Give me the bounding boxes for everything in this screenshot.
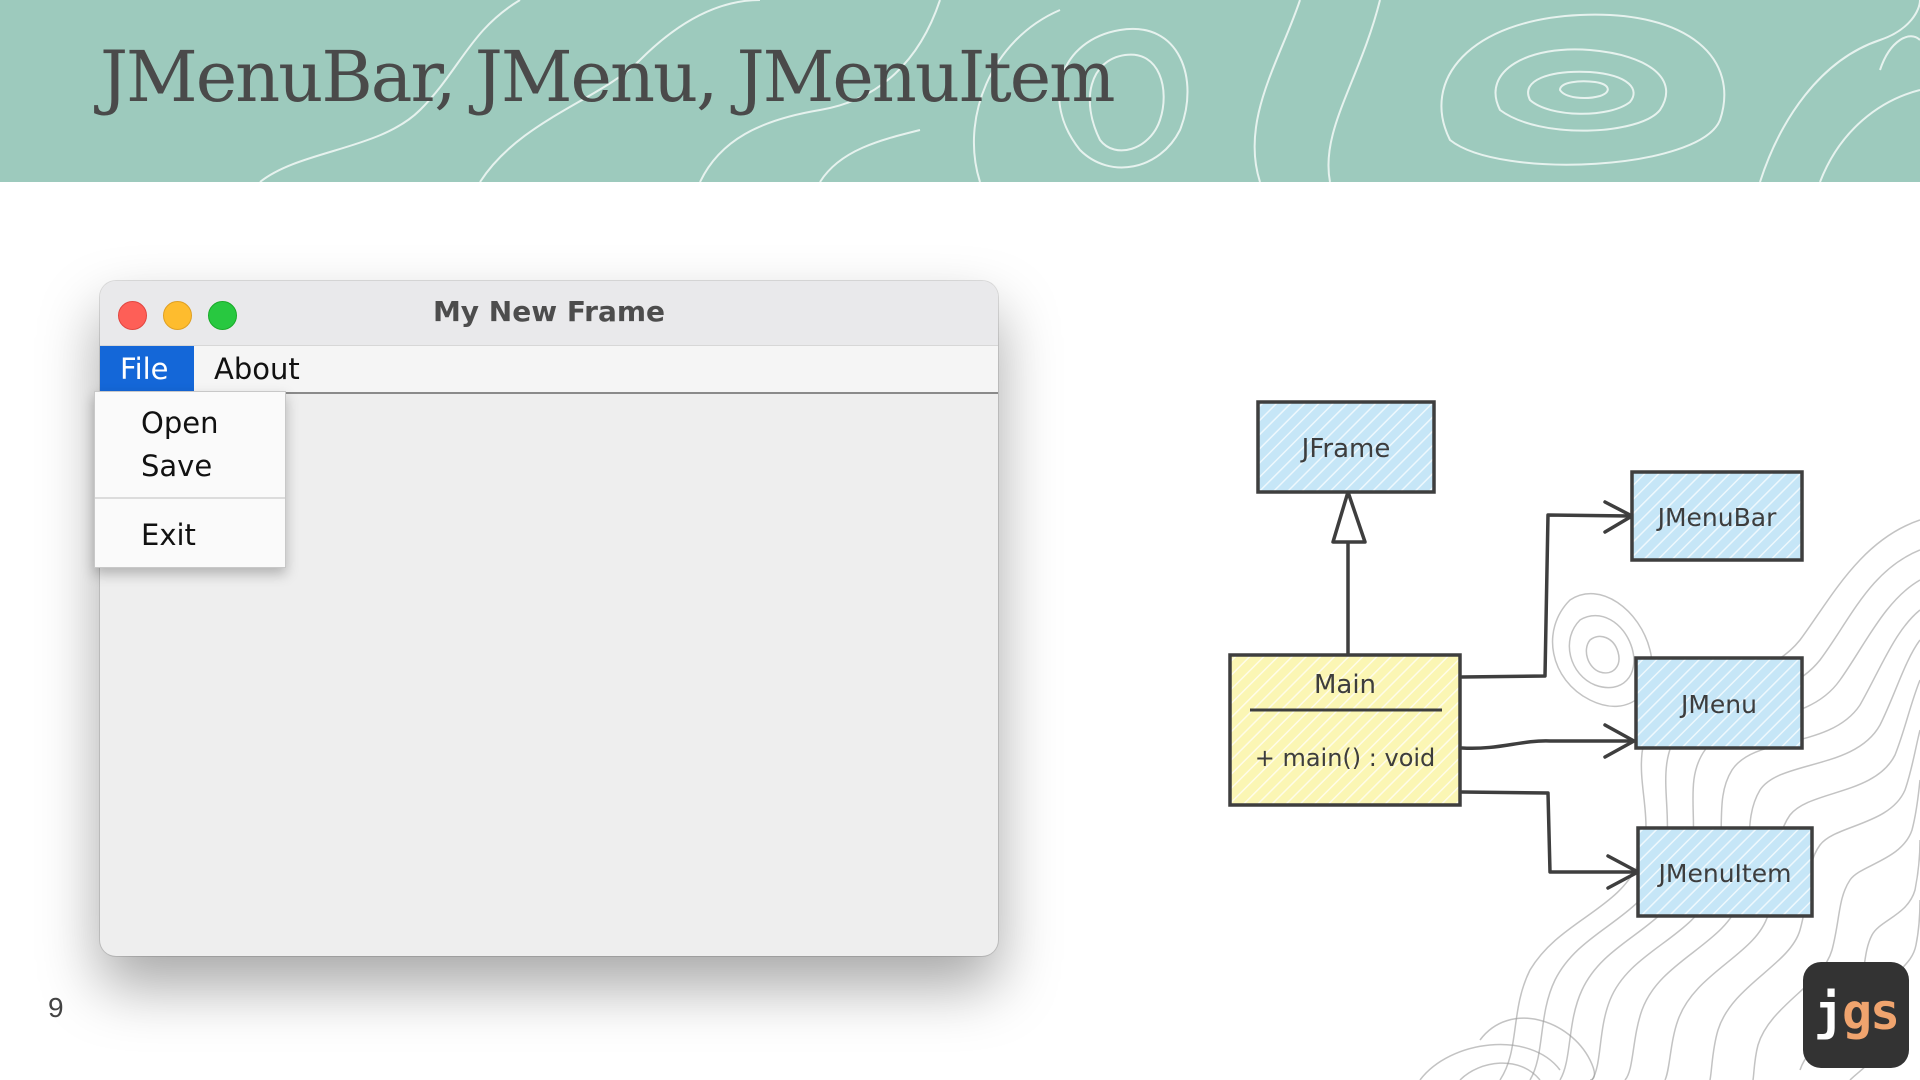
menu-item-save[interactable]: Save [141,449,212,483]
slide-header: JMenuBar, JMenu, JMenuItem [0,0,1920,182]
menu-item-exit[interactable]: Exit [141,518,196,552]
logo-text-gs: gs [1841,983,1900,1041]
class-name-jmenubar: JMenuBar [1656,503,1777,532]
menu-bar: File About [100,346,998,394]
class-name-main: Main [1314,670,1376,700]
menu-separator [95,497,285,499]
association-jmenu [1460,739,1634,751]
file-menu-dropdown: Open Save Exit [94,391,286,568]
class-operation-main: + main() : void [1255,744,1436,772]
uml-class-diagram: JFrame JMenuBar JMenu JMenuItem Main + m… [1228,400,1814,918]
class-name-jmenuitem: JMenuItem [1657,859,1792,888]
window-titlebar[interactable]: My New Frame [100,281,998,346]
logo-text-j: j [1813,983,1844,1041]
association-jmenubar [1460,513,1632,679]
slide-number: 9 [48,992,64,1023]
slide-title: JMenuBar, JMenu, JMenuItem [100,36,1116,118]
class-name-jmenu: JMenu [1679,690,1757,719]
menu-file[interactable]: File [100,346,194,392]
association-jmenuitem [1460,790,1638,874]
class-box-main: Main + main() : void [1228,653,1462,807]
inheritance-arrowhead [1331,490,1367,544]
menu-item-open[interactable]: Open [141,406,218,440]
class-box-jmenubar: JMenuBar [1630,470,1804,562]
jgs-logo: jgs [1803,962,1909,1068]
class-box-jmenuitem: JMenuItem [1636,826,1814,918]
window-title: My New Frame [432,295,666,328]
class-name-jframe: JFrame [1300,434,1391,464]
class-box-jframe: JFrame [1256,400,1436,494]
app-window: My New Frame File About [100,281,998,956]
class-box-jmenu: JMenu [1634,656,1804,750]
menu-about[interactable]: About [194,346,320,392]
